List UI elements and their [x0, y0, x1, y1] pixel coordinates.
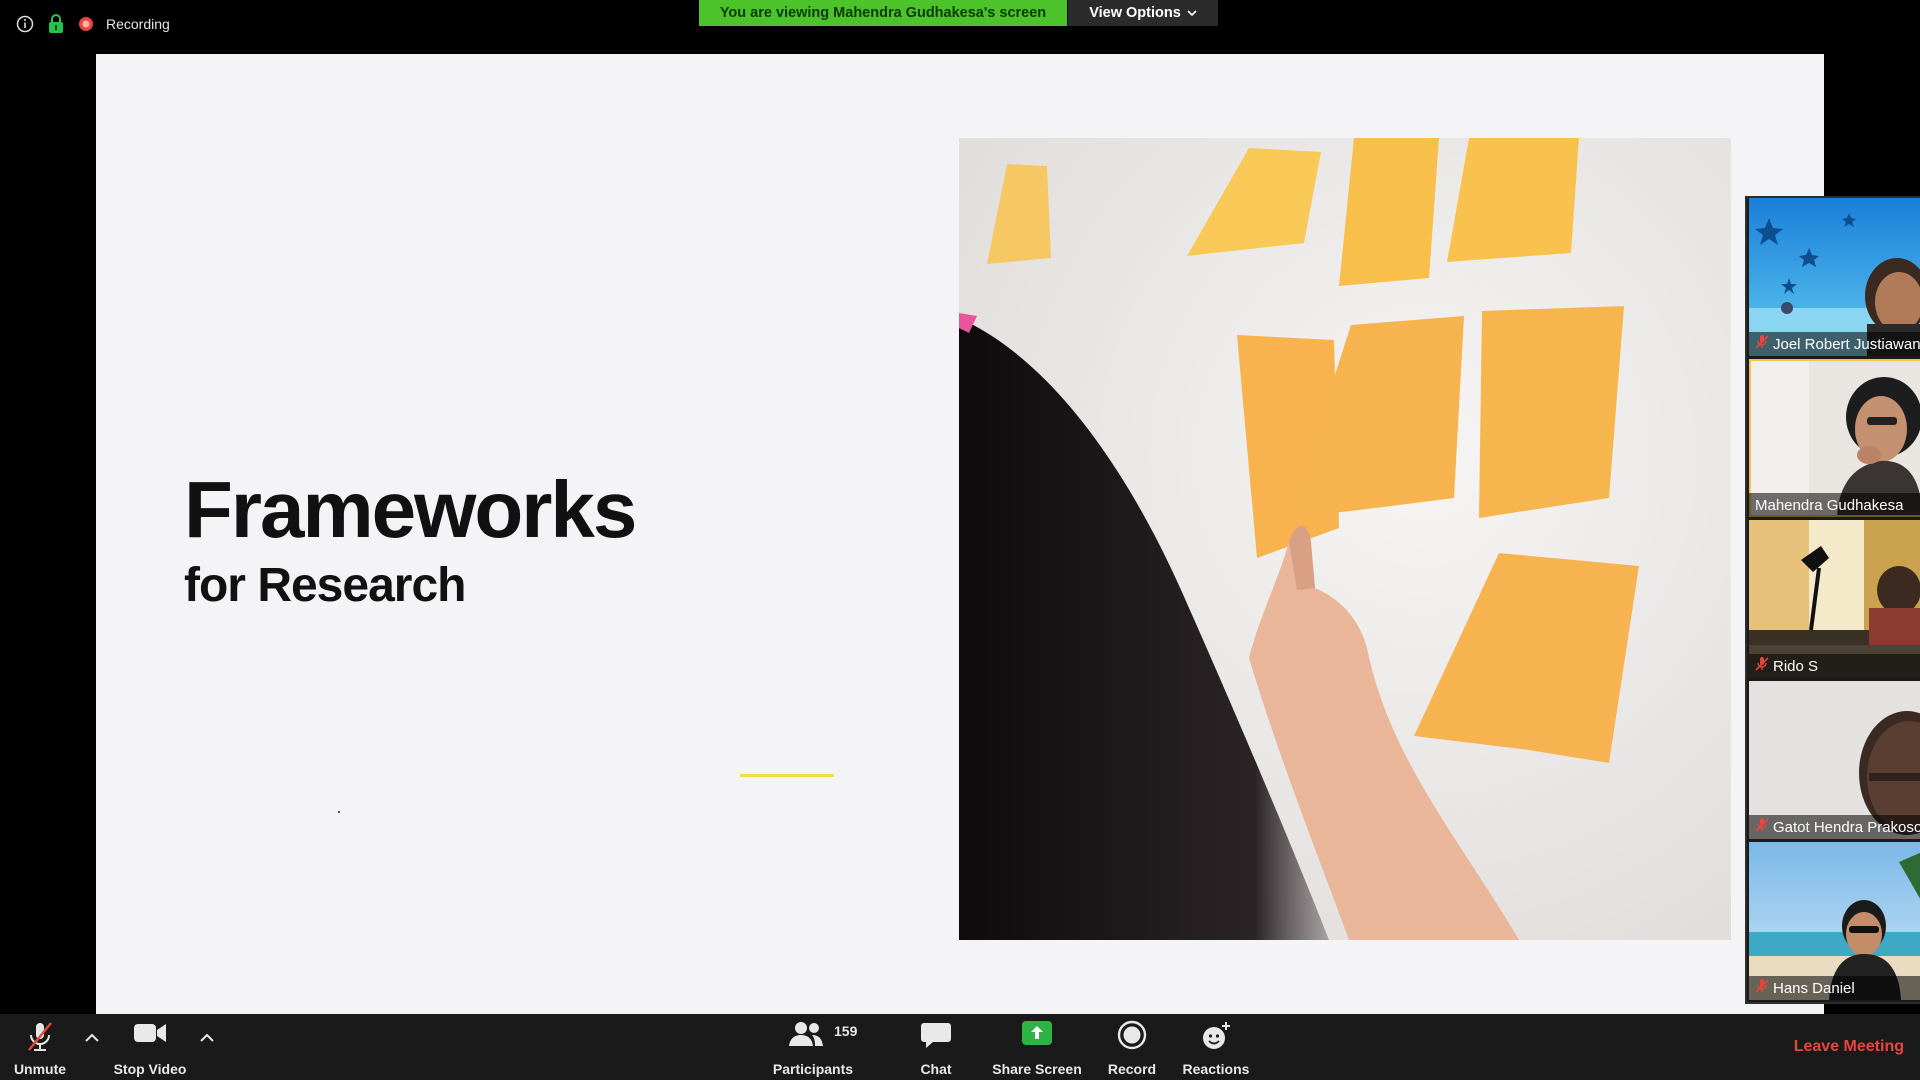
recording-label: Recording	[106, 16, 170, 32]
reactions-smiley-icon	[1200, 1020, 1232, 1057]
participant-name: Mahendra Gudhakesa	[1749, 493, 1920, 517]
muted-microphone-icon	[25, 1020, 55, 1059]
participant-name: Gatot Hendra Prakoso	[1749, 815, 1920, 839]
slide-dot	[338, 811, 340, 813]
participant-gallery[interactable]: Joel Robert Justiawan Mahendra Gudhakesa	[1745, 196, 1920, 1004]
muted-mic-icon	[1755, 334, 1769, 354]
unmute-button[interactable]: Unmute	[6, 1014, 74, 1080]
meeting-toolbar: Unmute Stop Video 159 Participants Chat	[0, 1014, 1920, 1080]
top-bar: Recording You are viewing Mahendra Gudha…	[0, 0, 1920, 52]
share-screen-arrow-icon	[1021, 1020, 1053, 1051]
participant-name: Hans Daniel	[1749, 976, 1920, 1000]
chevron-down-icon	[1187, 5, 1197, 21]
viewing-screen-text: You are viewing Mahendra Gudhakesa's scr…	[699, 0, 1067, 26]
record-button[interactable]: Record	[1100, 1014, 1164, 1080]
reactions-button[interactable]: Reactions	[1178, 1014, 1254, 1080]
slide-accent-line	[740, 774, 834, 777]
video-camera-icon	[132, 1020, 168, 1051]
audio-options-chevron-up-icon[interactable]	[84, 1030, 100, 1048]
participant-tile[interactable]: Rido S	[1749, 520, 1920, 678]
meeting-status: Recording	[16, 14, 170, 34]
view-options-button[interactable]: View Options	[1067, 0, 1218, 26]
sticky-notes-photo	[959, 138, 1731, 940]
slide-title: Frameworks	[184, 465, 637, 554]
view-options-label: View Options	[1089, 5, 1181, 21]
participants-button[interactable]: 159 Participants	[768, 1014, 858, 1080]
stop-video-button[interactable]: Stop Video	[108, 1014, 192, 1080]
participant-name: Rido S	[1749, 654, 1920, 678]
participants-icon	[788, 1020, 824, 1053]
recording-indicator-icon	[78, 16, 94, 32]
participant-tile[interactable]: Joel Robert Justiawan	[1749, 198, 1920, 356]
participant-tile[interactable]: Gatot Hendra Prakoso	[1749, 681, 1920, 839]
shared-screen-slide: Frameworks for Research	[96, 54, 1824, 1014]
participant-name: Joel Robert Justiawan	[1749, 332, 1920, 356]
screen-share-banner: You are viewing Mahendra Gudhakesa's scr…	[699, 0, 1218, 26]
muted-mic-icon	[1755, 817, 1769, 837]
participants-count: 159	[834, 1023, 858, 1039]
record-icon	[1117, 1020, 1147, 1055]
leave-meeting-button[interactable]: Leave Meeting	[1794, 1038, 1904, 1056]
encryption-lock-icon[interactable]	[48, 14, 64, 34]
zoom-meeting-window: Recording You are viewing Mahendra Gudha…	[0, 0, 1920, 1080]
muted-mic-icon	[1755, 978, 1769, 998]
muted-mic-icon	[1755, 656, 1769, 676]
chat-bubble-icon	[920, 1020, 952, 1055]
share-screen-button[interactable]: Share Screen	[986, 1014, 1088, 1080]
info-icon[interactable]	[16, 15, 34, 33]
video-options-chevron-up-icon[interactable]	[199, 1030, 215, 1048]
participant-tile[interactable]: Hans Daniel	[1749, 842, 1920, 1000]
slide-subtitle: for Research	[184, 559, 466, 612]
chat-button[interactable]: Chat	[900, 1014, 972, 1080]
participant-tile[interactable]: Mahendra Gudhakesa	[1749, 359, 1920, 517]
